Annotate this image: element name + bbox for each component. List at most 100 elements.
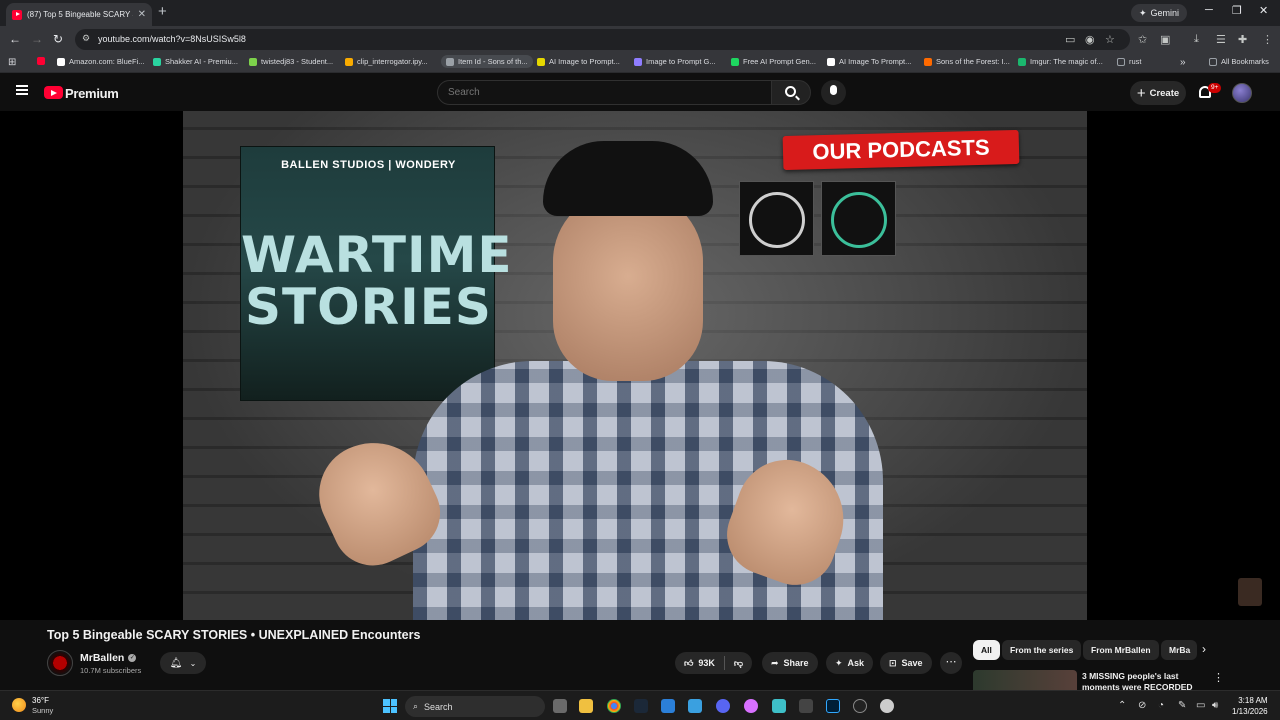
bookmark-favicon-icon <box>153 57 161 66</box>
new-tab-button[interactable]: + <box>158 4 167 20</box>
download-icon[interactable]: ⤓ <box>1194 33 1199 46</box>
chip-from-mrballen[interactable]: From MrBallen <box>1083 640 1159 660</box>
more-actions-icon[interactable]: ⋯ <box>940 652 962 674</box>
bookmark-item[interactable]: Sons of the Forest: I... <box>924 57 1010 66</box>
steam-icon[interactable] <box>634 699 648 713</box>
bookmark-label: clip_interrogator.ipy... <box>357 57 428 66</box>
weather-condition[interactable]: Sunny <box>32 706 53 715</box>
plus-icon: + <box>1136 84 1146 102</box>
bookmark-star-icon[interactable]: ☆ <box>1105 33 1115 46</box>
video-frame[interactable]: BALLEN STUDIOS | WONDERY WARTIME STORIES… <box>183 111 1087 620</box>
gemini-sparkle-icon: ✦ <box>1139 7 1147 18</box>
bookmark-item[interactable]: twistedj83 - Student... <box>249 57 333 66</box>
recommendation-menu-icon[interactable]: ⋮ <box>1213 671 1224 684</box>
bookmark-youtube[interactable] <box>37 57 45 65</box>
subscribed-notification-button[interactable]: 🔔︎ ⌄ <box>160 652 206 674</box>
weather-sun-icon[interactable] <box>12 698 26 712</box>
minimize-icon[interactable]: ─ <box>1205 4 1213 16</box>
collections-icon[interactable]: ▣ <box>1160 33 1170 46</box>
tray-icon[interactable]: ✎ <box>1178 700 1186 711</box>
photos-icon[interactable] <box>688 699 702 713</box>
app-icon[interactable] <box>744 699 758 713</box>
chrome-icon[interactable] <box>607 699 621 713</box>
share-button[interactable]: ➦ Share <box>762 652 818 674</box>
forward-arrow-icon[interactable]: → <box>31 32 43 46</box>
channel-avatar[interactable] <box>47 650 73 676</box>
hamburger-menu-icon[interactable] <box>16 85 28 95</box>
chip-all[interactable]: All <box>973 640 1000 660</box>
gemini-button[interactable]: ✦ Gemini <box>1131 4 1188 22</box>
menu-dots-icon[interactable]: ⋮ <box>1262 33 1273 46</box>
discord-icon[interactable] <box>716 699 730 713</box>
tab-close-icon[interactable]: ✕ <box>138 9 146 20</box>
eye-icon[interactable]: ◉ <box>1085 33 1095 46</box>
reload-icon[interactable]: ↻ <box>53 32 63 46</box>
site-settings-icon[interactable]: ⚙ <box>82 33 90 44</box>
bookmark-item[interactable]: AI Image To Prompt... <box>827 57 911 66</box>
bookmark-label: AI Image To Prompt... <box>839 57 912 66</box>
presenter-head <box>553 191 703 381</box>
browser-tab-active[interactable]: (87) Top 5 Bingeable SCARY STORIES ✕ <box>6 3 152 26</box>
close-window-icon[interactable]: ✕ <box>1259 4 1268 17</box>
next-app-icon[interactable] <box>799 699 813 713</box>
chevron-right-icon[interactable]: › <box>1202 642 1206 656</box>
all-bookmarks-button[interactable]: All Bookmarks <box>1209 57 1269 66</box>
bookmark-item[interactable]: clip_interrogator.ipy... <box>345 57 428 66</box>
bookmark-item[interactable]: Imgur: The magic of... <box>1018 57 1103 66</box>
search-input[interactable] <box>448 87 748 98</box>
voice-search-button[interactable] <box>821 80 846 105</box>
save-bookmark-icon: ⊡ <box>889 657 897 668</box>
app-icon[interactable] <box>772 699 786 713</box>
favorites-icon[interactable]: ✩ <box>1138 33 1147 46</box>
tray-icon[interactable]: ◔ <box>1158 700 1164 711</box>
weather-temperature[interactable]: 36°F <box>32 696 49 705</box>
task-view-icon[interactable] <box>553 699 567 713</box>
chip-from-the-series[interactable]: From the series <box>1002 640 1082 660</box>
bookmark-item[interactable]: Shakker AI - Premiu... <box>153 57 238 66</box>
chip-mrballen-truncated[interactable]: MrBa <box>1161 640 1197 660</box>
like-dislike-group: 👍︎ 93K 👎︎ <box>675 652 753 674</box>
microphone-icon <box>830 85 837 95</box>
tray-icon[interactable]: ⊘ <box>1138 700 1146 711</box>
url-text[interactable]: youtube.com/watch?v=8NsUSISw5l8 <box>98 34 246 44</box>
save-button[interactable]: ⊡ Save <box>880 652 932 674</box>
taskbar-search[interactable]: ⌕ Search <box>405 696 545 717</box>
channel-watermark-icon[interactable] <box>1238 578 1262 606</box>
bookmark-item[interactable]: Amazon.com: BlueFi... <box>57 57 144 66</box>
bookmark-item[interactable]: Free AI Prompt Gen... <box>731 57 816 66</box>
cast-icon[interactable]: ▭ <box>1065 33 1075 46</box>
tray-chevron-up-icon[interactable]: ⌃ <box>1118 700 1126 711</box>
recommendation-title[interactable]: 3 MISSING people's last moments were REC… <box>1082 671 1204 690</box>
bookmark-favicon-icon <box>537 57 545 66</box>
app-icon[interactable] <box>853 699 867 713</box>
bookmark-item[interactable]: AI Image to Prompt... <box>537 57 620 66</box>
photoshop-icon[interactable] <box>826 699 840 713</box>
maximize-icon[interactable]: ❐ <box>1232 4 1242 17</box>
channel-name[interactable]: MrBallen ✓ <box>80 652 137 664</box>
bookmark-item[interactable]: Image to Prompt G... <box>634 57 716 66</box>
recommendation-thumbnail[interactable] <box>973 670 1077 690</box>
youtube-logo-icon[interactable] <box>44 86 63 99</box>
bookmark-item[interactable]: Item Id - Sons of th... <box>441 55 533 68</box>
reading-list-icon[interactable]: ☰ <box>1216 33 1226 46</box>
network-icon[interactable]: ▭ <box>1196 700 1205 711</box>
file-explorer-icon[interactable] <box>579 699 593 713</box>
like-button[interactable]: 👍︎ 93K <box>684 658 715 669</box>
thumbs-down-icon[interactable]: 👎︎ <box>734 658 743 669</box>
search-button[interactable] <box>771 80 811 105</box>
app-icon[interactable] <box>880 699 894 713</box>
extensions-icon[interactable]: ✚ <box>1238 33 1247 46</box>
app-icon[interactable] <box>661 699 675 713</box>
account-avatar[interactable] <box>1232 83 1252 103</box>
ask-button[interactable]: ✦ Ask <box>826 652 874 674</box>
volume-icon[interactable]: 🔊︎ <box>1212 700 1218 711</box>
windows-start-icon[interactable] <box>383 699 397 713</box>
system-clock[interactable]: 3:18 AM 1/13/2026 <box>1232 695 1268 717</box>
address-bar[interactable]: ⚙ youtube.com/watch?v=8NsUSISw5l8 ▭ ◉ ☆ <box>75 29 1130 50</box>
more-bookmarks-chevron-icon[interactable]: » <box>1180 57 1186 68</box>
create-button[interactable]: + Create <box>1130 81 1186 105</box>
youtube-brand-label[interactable]: Premium <box>65 86 119 101</box>
back-arrow-icon[interactable]: ← <box>9 32 21 46</box>
bookmark-folder[interactable]: rust <box>1117 57 1142 66</box>
apps-grid-icon[interactable]: ⊞ <box>8 57 16 68</box>
